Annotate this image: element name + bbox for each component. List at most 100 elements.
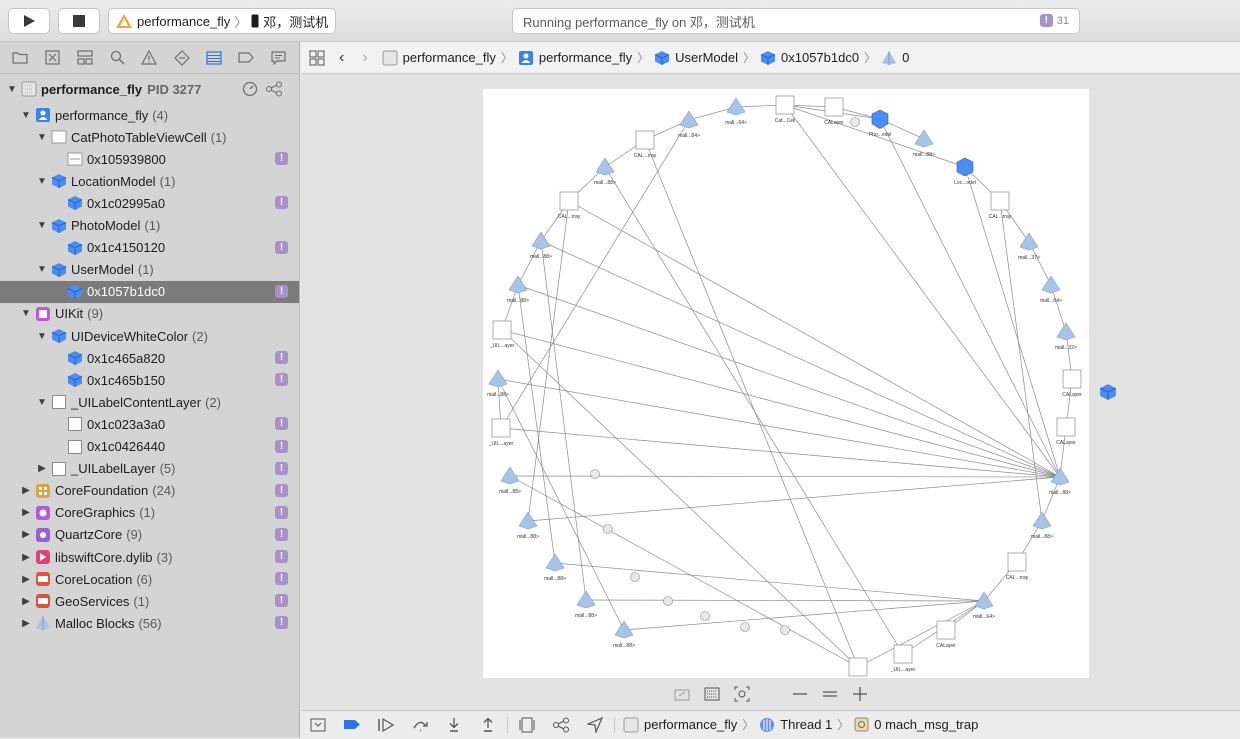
tree-row[interactable]: ▼ UIDeviceWhiteColor (2)	[0, 325, 299, 347]
disclosure-closed-icon[interactable]: ▶	[20, 507, 32, 518]
graph-node[interactable]: Loc...odel	[954, 157, 976, 186]
view-hierarchy-icon[interactable]	[510, 711, 544, 739]
graph-node[interactable]: CAL...rray	[989, 191, 1012, 220]
tree-row[interactable]: ▼ LocationModel (1)	[0, 170, 299, 192]
tree-row[interactable]: ▼ UIKit (9)	[0, 303, 299, 325]
debug-crumb-thread[interactable]: Thread 1	[759, 717, 832, 733]
memory-graph-icon[interactable]	[265, 81, 283, 97]
graph-node[interactable]: mall...64>	[725, 97, 747, 126]
zoom-out-icon[interactable]	[792, 686, 808, 702]
zoom-in-icon[interactable]	[852, 686, 868, 702]
debug-crumb-frame[interactable]: 0 mach_msg_trap	[854, 717, 978, 732]
debug-crumb-process[interactable]: performance_fly	[623, 717, 737, 733]
tree-row[interactable]: 0x1c465b150!	[0, 369, 299, 391]
graph-node[interactable]: mall...88>	[1031, 511, 1053, 540]
crumb-target[interactable]: performance_fly	[518, 50, 632, 66]
gauge-icon[interactable]	[242, 81, 258, 97]
forward-button[interactable]: ›	[362, 49, 367, 67]
runtime-issue-icon[interactable]: !	[275, 550, 288, 563]
tree-row[interactable]: ▼ _UILabelContentLayer (2)	[0, 391, 299, 413]
tree-row[interactable]: ▶ GeoServices (1)!	[0, 590, 299, 612]
show-all-icon[interactable]	[704, 687, 720, 701]
tree-row[interactable]: ▼ PhotoModel (1)	[0, 215, 299, 237]
test-icon[interactable]	[172, 48, 192, 68]
graph-node[interactable]: mall...88>	[507, 275, 529, 304]
runtime-issue-icon[interactable]: !	[275, 240, 288, 254]
tree-row[interactable]: 0x1c023a3a0!	[0, 413, 299, 435]
grid-icon[interactable]	[309, 50, 325, 66]
graph-node[interactable]: Cat...Cell	[775, 95, 796, 124]
disclosure-open-icon[interactable]: ▼	[20, 308, 32, 319]
graph-node[interactable]: mall...88>	[575, 590, 597, 619]
graph-node[interactable]: CALayer	[936, 620, 956, 649]
location-simulate-icon[interactable]	[578, 711, 612, 739]
disclosure-open-icon[interactable]: ▼	[20, 110, 32, 121]
disclosure-closed-icon[interactable]: ▶	[20, 485, 32, 496]
source-control-icon[interactable]	[42, 48, 62, 68]
graph-node[interactable]: moll...88>	[613, 620, 635, 649]
runtime-issue-icon[interactable]: !	[275, 439, 288, 453]
graph-node[interactable]: CAL...rray	[558, 191, 581, 220]
graph-node[interactable]: mall...88>	[517, 511, 539, 540]
graph-node[interactable]: mall...84>	[678, 110, 700, 139]
graph-node[interactable]: mall...88>	[499, 466, 521, 495]
graph-node[interactable]: CAL...rray	[634, 130, 657, 159]
disclosure-open-icon[interactable]: ▼	[36, 264, 48, 275]
disclosure-closed-icon[interactable]: ▶	[20, 618, 32, 629]
graph-node[interactable]: mall...88>	[544, 553, 566, 582]
disclosure-closed-icon[interactable]: ▶	[20, 596, 32, 607]
graph-node[interactable]: mall...32>	[1055, 322, 1077, 351]
hide-debug-area-icon[interactable]	[301, 711, 335, 739]
folder-icon[interactable]	[10, 48, 30, 68]
runtime-issue-icon[interactable]: !	[275, 152, 288, 166]
step-over-icon[interactable]	[403, 711, 437, 739]
zoom-actual-icon[interactable]	[822, 686, 838, 702]
disclosure-open-icon[interactable]: ▼	[36, 331, 48, 342]
graph-node[interactable]: _UIL...ayer	[489, 320, 515, 349]
graph-node[interactable]: _UIL...ayer	[488, 418, 514, 447]
tree-row[interactable]: ▼ performance_fly (4)	[0, 104, 299, 126]
disclosure-open-icon[interactable]: ▼	[36, 397, 48, 408]
runtime-issue-icon[interactable]: !	[275, 351, 288, 365]
runtime-issue-icon[interactable]: !	[275, 373, 288, 387]
runtime-issue-icon[interactable]: !	[275, 483, 288, 497]
crumb-instance[interactable]: 0x1057b1dc0	[760, 50, 859, 66]
search-icon[interactable]	[107, 48, 127, 68]
runtime-issue-icon[interactable]: !	[275, 505, 288, 519]
crumb-node[interactable]: 0	[881, 50, 909, 66]
graph-node[interactable]: Pho...odel	[869, 109, 892, 138]
disclosure-open-icon[interactable]: ▼	[36, 220, 48, 231]
runtime-issue-icon[interactable]: !	[275, 527, 288, 541]
graph-node[interactable]: mall...88>	[530, 231, 552, 260]
graph-node[interactable]: mall...64>	[973, 591, 995, 620]
run-button[interactable]	[8, 8, 50, 34]
tree-row[interactable]: ▶ libswiftCore.dylib (3)!	[0, 546, 299, 568]
step-into-icon[interactable]	[437, 711, 471, 739]
breakpoints-toggle-icon[interactable]	[335, 711, 369, 739]
disclosure-closed-icon[interactable]: ▶	[20, 574, 32, 585]
tree-row[interactable]: ▶ _UILabelLayer (5)!	[0, 458, 299, 480]
scheme-selector[interactable]: performance_fly 〉 邓，测试机	[108, 8, 336, 34]
debug-navigator-icon[interactable]	[204, 48, 224, 68]
process-row[interactable]: ▼ performance_fly PID 3277	[0, 74, 299, 104]
graph-node[interactable]: _UIL...ayer	[890, 644, 916, 673]
disclosure-open-icon[interactable]: ▼	[6, 84, 18, 95]
tree-row[interactable]: 0x1c4150120!	[0, 237, 299, 259]
tree-row[interactable]: 0x1c02995a0!	[0, 192, 299, 214]
step-out-icon[interactable]	[471, 711, 505, 739]
tree-row[interactable]: ▶ Malloc Blocks (56)!	[0, 612, 299, 634]
report-icon[interactable]	[269, 48, 289, 68]
runtime-issue-icon[interactable]: !	[275, 417, 288, 431]
graph-node[interactable]: mall...88>	[913, 129, 935, 158]
graph-node[interactable]: mall...88>	[1049, 467, 1071, 496]
share-graph-icon[interactable]	[674, 687, 690, 701]
graph-node[interactable]: mall...64>	[1040, 275, 1062, 304]
disclosure-closed-icon[interactable]: ▶	[36, 463, 48, 474]
tree-row[interactable]: ▶ QuartzCore (9)!	[0, 524, 299, 546]
graph-node[interactable]: CALayer	[1056, 417, 1076, 446]
graph-node[interactable]: mall...37>	[1018, 232, 1040, 261]
runtime-issue-icon[interactable]: !	[275, 616, 288, 630]
crumb-process[interactable]: performance_fly	[382, 50, 496, 66]
tree-row[interactable]: 0x1057b1dc0!	[0, 280, 299, 303]
runtime-issue-icon[interactable]: !	[275, 594, 288, 608]
